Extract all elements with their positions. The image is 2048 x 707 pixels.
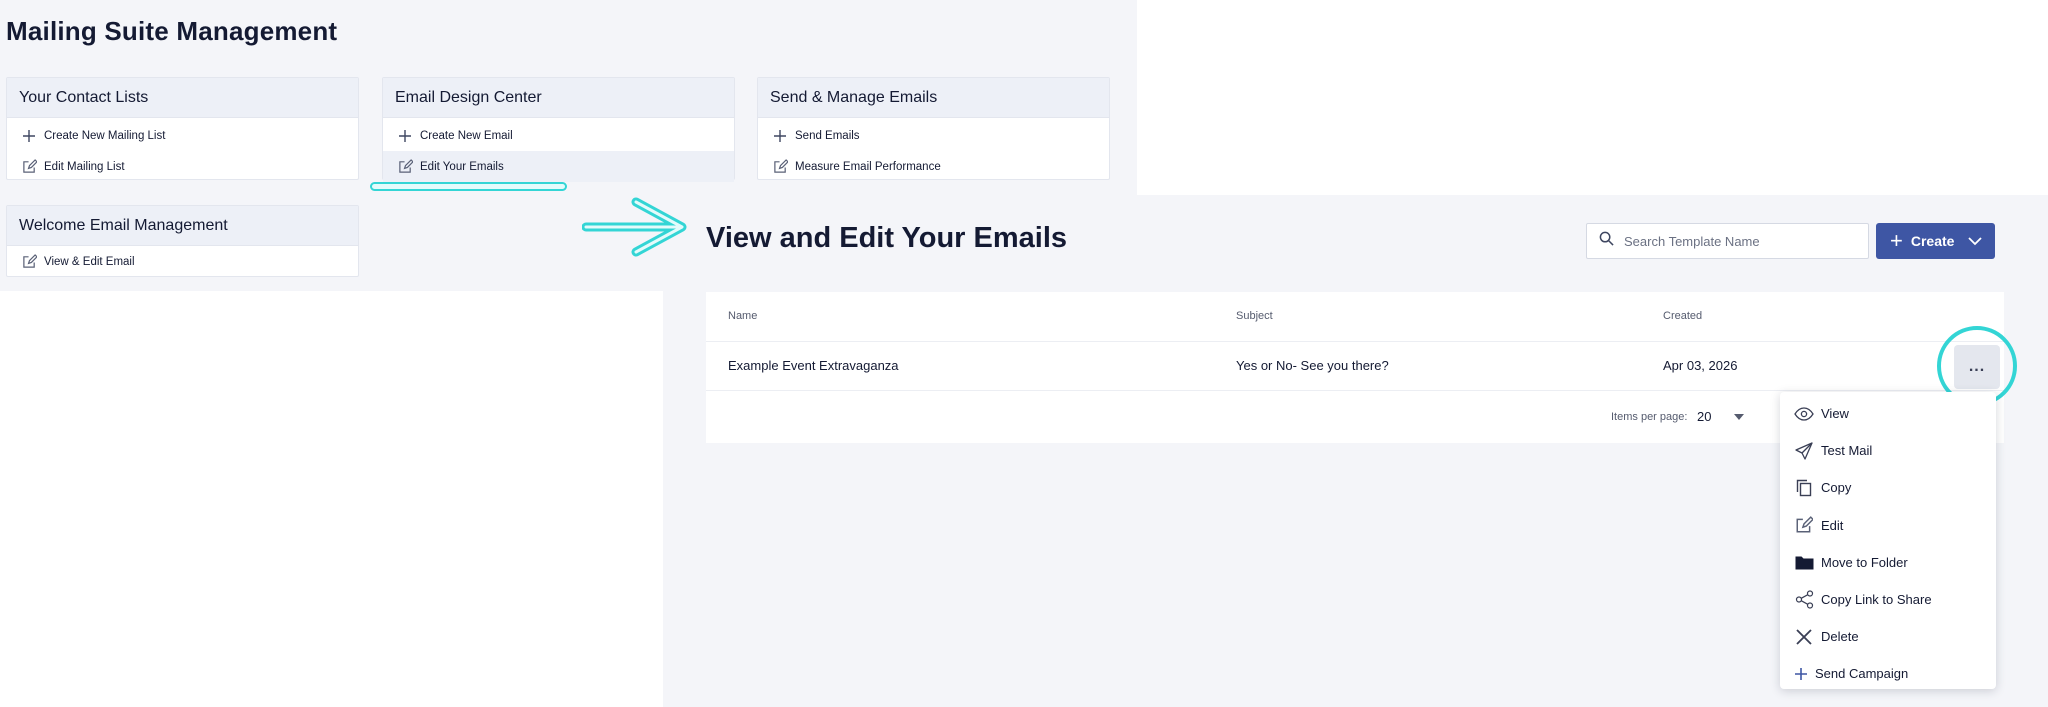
copy-icon xyxy=(1794,478,1814,498)
card-header: Email Design Center xyxy=(383,78,734,118)
items-per-page-select[interactable]: 20 xyxy=(1697,409,1711,424)
menu-label: Copy xyxy=(1821,480,1852,496)
menu-label: Send Campaign xyxy=(1815,666,1909,682)
row-divider xyxy=(706,341,2004,342)
menu-label: Edit xyxy=(1821,517,1844,533)
card-header: Send & Manage Emails xyxy=(758,78,1109,118)
menu-item-view[interactable]: View xyxy=(1780,395,1996,432)
measure-email-performance-link[interactable]: Measure Email Performance xyxy=(758,151,1109,182)
row-divider xyxy=(706,390,2004,391)
item-label: View & Edit Email xyxy=(44,255,135,268)
item-label: Measure Email Performance xyxy=(795,160,941,173)
view-edit-email-link[interactable]: View & Edit Email xyxy=(7,246,358,277)
item-label: Send Emails xyxy=(795,129,860,142)
menu-item-copy[interactable]: Copy xyxy=(1780,469,1996,506)
folder-icon xyxy=(1794,552,1814,572)
eye-icon xyxy=(1794,404,1814,424)
item-label: Edit Mailing List xyxy=(44,160,125,173)
search-box[interactable] xyxy=(1586,223,1869,259)
create-button[interactable]: + Create xyxy=(1876,223,1995,259)
menu-label: View xyxy=(1821,406,1849,422)
chevron-down-icon xyxy=(1968,236,1983,246)
arrow-right-icon xyxy=(582,197,687,257)
menu-item-delete[interactable]: Delete xyxy=(1780,618,1996,655)
menu-label: Delete xyxy=(1821,629,1859,645)
search-icon xyxy=(1599,231,1614,251)
highlight-underline xyxy=(370,182,567,191)
item-label: Edit Your Emails xyxy=(420,160,504,173)
row-subject-cell: Yes or No- See you there? xyxy=(1236,358,1389,373)
edit-icon xyxy=(772,159,788,175)
card-welcome-email-management: Welcome Email Management View & Edit Ema… xyxy=(6,205,359,277)
column-header-created[interactable]: Created xyxy=(1663,310,1702,322)
card-header: Welcome Email Management xyxy=(7,206,358,246)
menu-label: Test Mail xyxy=(1821,443,1873,459)
plus-icon: + xyxy=(1890,228,1903,253)
create-new-email-link[interactable]: Create New Email xyxy=(383,120,734,151)
search-input[interactable] xyxy=(1624,233,1844,249)
edit-your-emails-link[interactable]: Edit Your Emails xyxy=(383,151,734,182)
plus-icon xyxy=(21,128,37,144)
menu-item-edit[interactable]: Edit xyxy=(1780,507,1996,544)
row-name-cell[interactable]: Example Event Extravaganza xyxy=(728,358,899,373)
items-per-page-label: Items per page: xyxy=(1611,411,1688,423)
plus-icon xyxy=(1794,664,1808,684)
send-emails-link[interactable]: Send Emails xyxy=(758,120,1109,151)
paper-plane-icon xyxy=(1794,441,1814,461)
column-header-name[interactable]: Name xyxy=(728,310,757,322)
edit-icon xyxy=(1794,515,1814,535)
card-contact-lists: Your Contact Lists Create New Mailing Li… xyxy=(6,77,359,180)
edit-emails-title: View and Edit Your Emails xyxy=(706,222,1067,254)
plus-icon xyxy=(772,128,788,144)
page-title: Mailing Suite Management xyxy=(6,16,338,46)
plus-icon xyxy=(397,128,413,144)
item-label: Create New Mailing List xyxy=(44,129,166,142)
item-label: Create New Email xyxy=(420,129,513,142)
share-icon xyxy=(1794,590,1814,610)
edit-icon xyxy=(397,159,413,175)
close-icon xyxy=(1794,627,1814,647)
row-created-cell: Apr 03, 2026 xyxy=(1663,358,1738,373)
edit-mailing-list-link[interactable]: Edit Mailing List xyxy=(7,151,358,182)
column-header-subject[interactable]: Subject xyxy=(1236,310,1273,322)
menu-item-copy-link[interactable]: Copy Link to Share xyxy=(1780,581,1996,618)
edit-icon xyxy=(21,159,37,175)
menu-label: Move to Folder xyxy=(1821,554,1908,570)
menu-item-test-mail[interactable]: Test Mail xyxy=(1780,432,1996,469)
card-header: Your Contact Lists xyxy=(7,78,358,118)
menu-item-send-campaign[interactable]: Send Campaign xyxy=(1780,655,1996,692)
menu-label: Copy Link to Share xyxy=(1821,592,1932,608)
card-email-design-center: Email Design Center Create New Email Edi… xyxy=(382,77,735,182)
action-menu: View Test Mail Copy Edit Move to Folder … xyxy=(1780,392,1996,689)
create-label: Create xyxy=(1910,233,1955,249)
card-send-manage-emails: Send & Manage Emails Send Emails Measure… xyxy=(757,77,1110,180)
edit-icon xyxy=(21,254,37,270)
menu-item-move-to-folder[interactable]: Move to Folder xyxy=(1780,544,1996,581)
create-mailing-list-link[interactable]: Create New Mailing List xyxy=(7,120,358,151)
caret-down-icon[interactable] xyxy=(1734,414,1744,420)
